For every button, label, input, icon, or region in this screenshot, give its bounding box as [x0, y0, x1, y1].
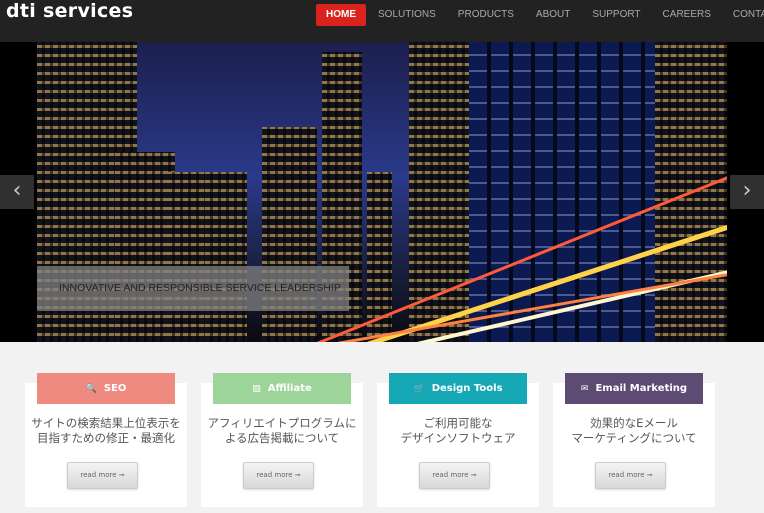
feature-card: ✉ Email Marketing 効果的なEメール マーケティングについて rea… [553, 373, 715, 507]
description-line: マーケティングについて [571, 431, 697, 445]
search-icon: 🔍 [85, 383, 97, 394]
logo[interactable]: dti services [6, 0, 133, 22]
nav-about[interactable]: ABOUT [526, 4, 580, 26]
feature-title: SEO [103, 383, 127, 394]
read-more-button[interactable]: read more ➞ [595, 462, 666, 489]
feature-description: ご利用可能な デザインソフトウェア [377, 416, 539, 446]
feature-card: 🔍 SEO サイトの検索結果上位表示を 目指すための修正・最適化 read more… [25, 373, 187, 507]
feature-header[interactable]: ✉ Email Marketing [565, 373, 703, 404]
nav-solutions[interactable]: SOLUTIONS [368, 4, 446, 26]
feature-description: 効果的なEメール マーケティングについて [553, 416, 715, 446]
hero-slider: ‹ › INNOVATIVE AND RESPONSIBLE SERVICE L… [0, 42, 764, 342]
feature-description: アフィリエイトプログラムに よる広告掲載について [201, 416, 363, 446]
nav-home[interactable]: HOME [316, 4, 366, 26]
description-line: アフィリエイトプログラムに [207, 416, 357, 430]
description-line: 効果的なEメール [590, 416, 678, 430]
feature-header[interactable]: ▨ Affiliate [213, 373, 351, 404]
feature-card: ▨ Affiliate アフィリエイトプログラムに よる広告掲載について read … [201, 373, 363, 507]
feature-header[interactable]: 🔍 SEO [37, 373, 175, 404]
nav-products[interactable]: PRODUCTS [448, 4, 524, 26]
nav-contact[interactable]: CONTACT [723, 4, 764, 26]
feature-title: Design Tools [431, 383, 503, 394]
feature-header[interactable]: 🛒 Design Tools [389, 373, 527, 404]
description-line: デザインソフトウェア [400, 431, 516, 445]
slide-caption: INNOVATIVE AND RESPONSIBLE SERVICE LEADE… [37, 266, 349, 311]
read-more-button[interactable]: read more ➞ [243, 462, 314, 489]
cart-icon: 🛒 [413, 383, 425, 394]
nav-support[interactable]: SUPPORT [582, 4, 650, 26]
read-more-button[interactable]: read more ➞ [67, 462, 138, 489]
envelope-icon: ✉ [580, 383, 589, 394]
feature-card: 🛒 Design Tools ご利用可能な デザインソフトウェア read more… [377, 373, 539, 507]
description-line: サイトの検索結果上位表示を [31, 416, 181, 430]
slider-prev-button[interactable]: ‹ [0, 175, 34, 209]
description-line: ご利用可能な [423, 416, 493, 430]
slider-next-button[interactable]: › [730, 175, 764, 209]
nav-careers[interactable]: CAREERS [653, 4, 721, 26]
image-icon: ▨ [252, 383, 261, 394]
main-nav: HOME SOLUTIONS PRODUCTS ABOUT SUPPORT CA… [316, 4, 764, 26]
header: dti services HOME SOLUTIONS PRODUCTS ABO… [0, 0, 764, 42]
read-more-button[interactable]: read more ➞ [419, 462, 490, 489]
feature-description: サイトの検索結果上位表示を 目指すための修正・最適化 [25, 416, 187, 446]
description-line: よる広告掲載について [224, 431, 340, 445]
description-line: 目指すための修正・最適化 [37, 431, 175, 445]
feature-title: Affiliate [267, 383, 312, 394]
feature-title: Email Marketing [595, 383, 688, 394]
